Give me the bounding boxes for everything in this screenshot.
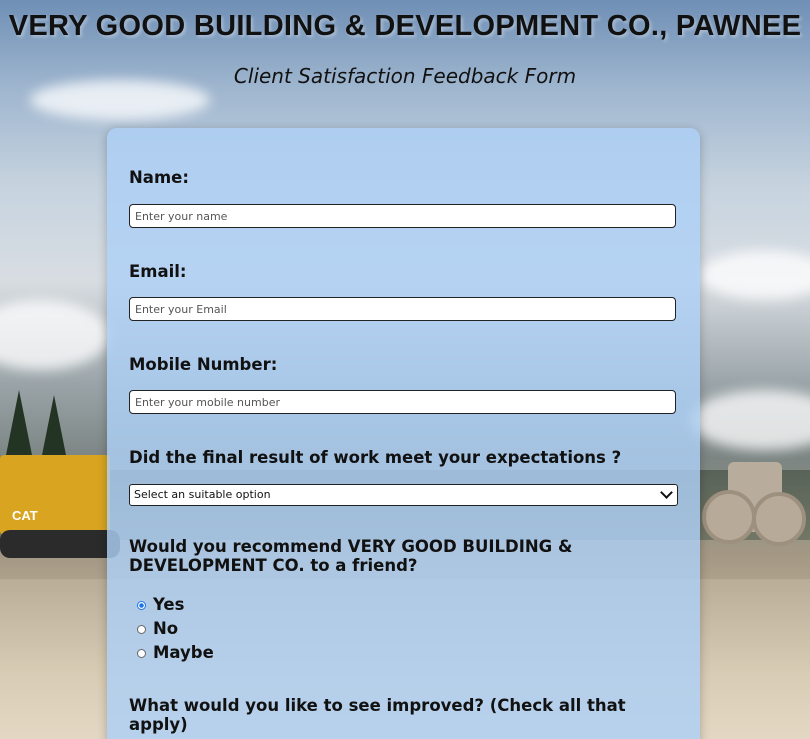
feedback-form-card: Name: Email: Mobile Number: Did the fina… — [107, 128, 700, 739]
mobile-label: Mobile Number: — [129, 355, 278, 374]
radio-button[interactable] — [137, 625, 146, 634]
email-label: Email: — [129, 262, 187, 281]
radio-button-checked[interactable] — [137, 601, 146, 610]
excavator-track — [0, 530, 120, 558]
company-title: VERY GOOD BUILDING & DEVELOPMENT CO., PA… — [8, 10, 802, 42]
email-input[interactable] — [129, 297, 676, 321]
excavator-body — [0, 455, 110, 535]
name-label: Name: — [129, 168, 189, 187]
mobile-input[interactable] — [129, 390, 676, 414]
recommend-question: Would you recommend VERY GOOD BUILDING &… — [129, 537, 573, 575]
radio-label-yes: Yes — [153, 595, 185, 614]
name-input[interactable] — [129, 204, 676, 228]
tree-shape — [5, 390, 33, 460]
radio-button[interactable] — [137, 649, 146, 658]
chevron-down-icon — [660, 486, 673, 499]
cloud-shape — [0, 300, 110, 370]
concrete-pipe — [752, 492, 806, 546]
expectations-question: Did the final result of work meet your e… — [129, 448, 622, 467]
excavator-logo: CAT — [12, 508, 38, 523]
improve-question: What would you like to see improved? (Ch… — [129, 696, 626, 734]
cloud-shape — [690, 390, 810, 450]
radio-label-no: No — [153, 619, 179, 638]
cloud-shape — [700, 250, 810, 300]
form-subtitle: Client Satisfaction Feedback Form — [233, 64, 577, 88]
radio-label-maybe: Maybe — [153, 643, 214, 662]
expectations-select-value: Select an suitable option — [134, 488, 271, 501]
concrete-pipe — [702, 490, 756, 544]
expectations-select[interactable]: Select an suitable option — [129, 484, 678, 506]
